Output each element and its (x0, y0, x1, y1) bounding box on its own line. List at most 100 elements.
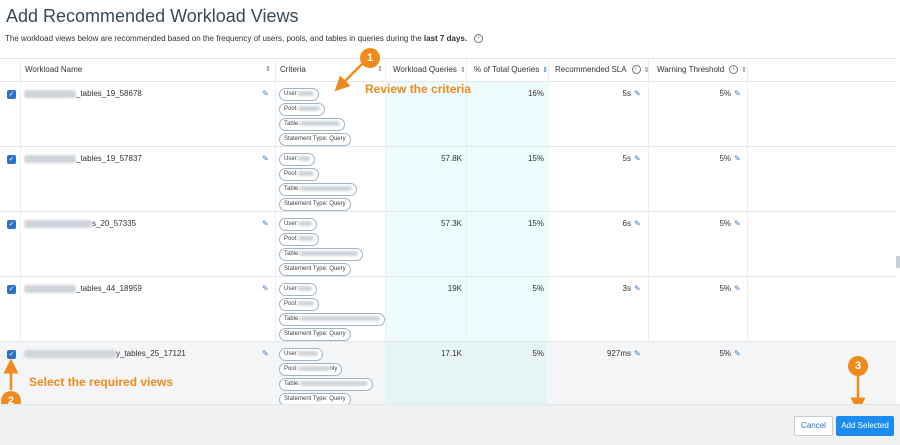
subtitle-period: last 7 days. (423, 34, 468, 43)
info-icon[interactable]: i (729, 65, 739, 75)
criteria-chips: User: Pool: Table: Statement Type: Query (279, 218, 364, 278)
row-checkbox[interactable]: ✓ (7, 285, 16, 294)
workload-name-text: _tables_44_18959 (76, 284, 142, 293)
criteria-chip: Statement Type: Query (279, 328, 351, 341)
chip-label: User: (284, 221, 299, 227)
chip-label: Table: (284, 316, 301, 322)
col-warning-threshold[interactable]: Warning Threshold i ⇕ (657, 59, 747, 81)
pct-total: 15% (527, 219, 544, 228)
criteria-chip: Statement Type: Query (279, 263, 351, 276)
criteria-chip: Pool: (279, 103, 325, 116)
recommended-sla: 5s (622, 154, 631, 163)
criteria-chip: User: (279, 283, 318, 296)
col-label: Criteria (280, 65, 306, 74)
page-title: Add Recommended Workload Views (6, 6, 299, 26)
workload-name-text: y_tables_25_17121 (116, 349, 186, 358)
chip-label: Pool: (284, 236, 298, 242)
workload-queries: 57.3K (441, 219, 462, 228)
col-workload-queries[interactable]: Workload Queries ⇕ (393, 59, 466, 81)
chip-label: User: (284, 286, 299, 292)
chip-label: Table: (284, 186, 301, 192)
chip-label: Pool: (284, 301, 298, 307)
criteria-chip: Statement Type: Query (279, 198, 351, 211)
annotation-badge-3: 3 (848, 356, 868, 376)
recommendations-table: Workload Name ⇕ Criteria ⇕ Workload Quer… (0, 58, 896, 406)
edit-icon[interactable]: ✎ (634, 89, 641, 98)
page-subtitle: The workload views below are recommended… (5, 34, 484, 44)
edit-icon[interactable]: ✎ (734, 154, 741, 163)
criteria-chips: User: Pool: Table: Statement Type: Query (279, 88, 351, 148)
chip-label: Pool: (284, 366, 298, 372)
criteria-chip: Table: (279, 248, 364, 261)
recommended-sla: 3s (622, 284, 631, 293)
workload-name-text: _tables_19_57837 (76, 154, 142, 163)
chip-label: Table: (284, 381, 301, 387)
pct-total: 5% (532, 284, 544, 293)
sort-icon[interactable]: ⇕ (460, 67, 466, 74)
criteria-chip: User: (279, 88, 320, 101)
annotation-label-review: Review the criteria (365, 82, 472, 96)
recommended-sla: 927ms (606, 349, 631, 358)
col-criteria[interactable]: Criteria (280, 59, 306, 81)
criteria-chip: Table: (279, 313, 386, 326)
edit-icon[interactable]: ✎ (262, 349, 269, 358)
col-label: Workload Queries (393, 65, 457, 74)
chip-label: User: (284, 351, 299, 357)
workload-name-text: _tables_19_58678 (76, 89, 142, 98)
workload-name: s_20_57335 (24, 219, 136, 228)
warning-threshold: 5% (719, 284, 731, 293)
row-checkbox[interactable]: ✓ (7, 155, 16, 164)
side-scroll-handle[interactable] (896, 256, 900, 268)
chip-label: Pool: (284, 171, 298, 177)
col-pct-total[interactable]: % of Total Queries ⇕ (474, 59, 548, 81)
table-row: ✓ _tables_44_18959 ✎ User: Pool: Table: … (0, 277, 896, 342)
criteria-chips: User: Pool: Table: Statement Type: Query (279, 283, 386, 343)
edit-icon[interactable]: ✎ (262, 219, 269, 228)
edit-icon[interactable]: ✎ (634, 219, 641, 228)
col-recommended-sla[interactable]: Recommended SLA i ⇕ (555, 59, 649, 81)
edit-icon[interactable]: ✎ (262, 154, 269, 163)
annotation-label-select: Select the required views (29, 375, 174, 389)
edit-icon[interactable]: ✎ (634, 349, 641, 358)
criteria-chip: User: (279, 218, 318, 231)
workload-queries: 17.1K (441, 349, 462, 358)
warning-threshold: 5% (719, 349, 731, 358)
row-checkbox[interactable]: ✓ (7, 220, 16, 229)
workload-queries: 19K (447, 284, 462, 293)
col-label: Warning Threshold (657, 65, 725, 74)
edit-icon[interactable]: ✎ (634, 284, 641, 293)
info-icon[interactable]: i (474, 34, 484, 44)
recommended-sla: 6s (622, 219, 631, 228)
table-row: ✓ y_tables_25_17121 ✎ User: Pool: nly Tab… (0, 342, 896, 406)
row-checkbox[interactable]: ✓ (7, 350, 16, 359)
chip-label: Pool: (284, 106, 298, 112)
edit-icon[interactable]: ✎ (734, 284, 741, 293)
info-icon[interactable]: i (631, 65, 641, 75)
annotation-badge-1: 1 (360, 48, 380, 68)
table-header: Workload Name ⇕ Criteria ⇕ Workload Quer… (0, 59, 896, 82)
chip-label: User: (284, 156, 299, 162)
edit-icon[interactable]: ✎ (734, 89, 741, 98)
criteria-chip: Table: (279, 118, 346, 131)
criteria-chip: Pool: (279, 168, 319, 181)
edit-icon[interactable]: ✎ (262, 284, 269, 293)
add-selected-button[interactable]: Add Selected (836, 416, 894, 436)
sort-icon[interactable]: ⇕ (265, 59, 271, 81)
col-workload-name[interactable]: Workload Name (25, 59, 82, 81)
pct-total: 16% (527, 89, 544, 98)
row-checkbox[interactable]: ✓ (7, 90, 16, 99)
col-label: Recommended SLA (555, 65, 627, 74)
edit-icon[interactable]: ✎ (734, 349, 741, 358)
edit-icon[interactable]: ✎ (734, 219, 741, 228)
edit-icon[interactable]: ✎ (634, 154, 641, 163)
chip-label: User: (284, 91, 299, 97)
workload-name: _tables_19_58678 (24, 89, 142, 98)
criteria-chip: Pool: (279, 233, 319, 246)
footer-bar: Cancel Add Selected (0, 404, 900, 445)
edit-icon[interactable]: ✎ (262, 89, 269, 98)
pct-total: 5% (532, 349, 544, 358)
criteria-chip: User: (279, 348, 324, 361)
col-label: % of Total Queries (474, 65, 540, 74)
workload-name-text: s_20_57335 (92, 219, 137, 228)
cancel-button[interactable]: Cancel (794, 416, 833, 436)
